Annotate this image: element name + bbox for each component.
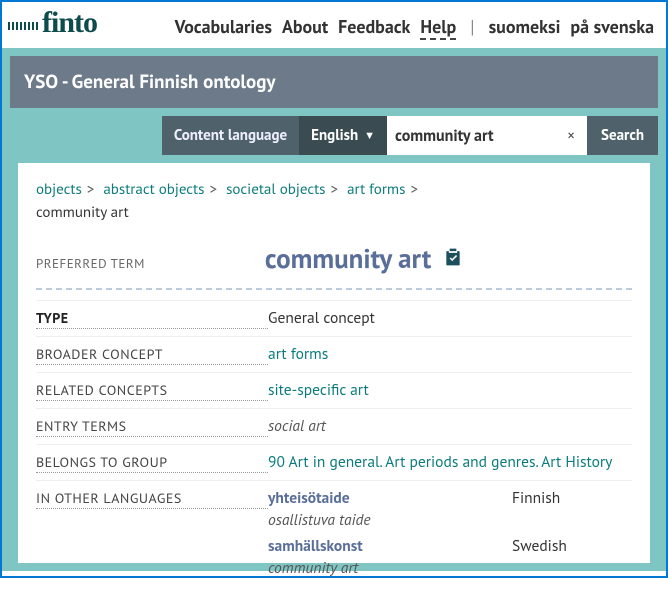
clear-icon[interactable]: × bbox=[563, 126, 579, 146]
logo-text: finto bbox=[42, 6, 97, 40]
concept-panel: objects> abstract objects> societal obje… bbox=[18, 163, 650, 563]
lang-sv[interactable]: på svenska bbox=[570, 15, 654, 38]
clipboard-icon[interactable] bbox=[443, 242, 463, 276]
sv-alt: community art bbox=[268, 558, 632, 578]
chevron-down-icon: ▼ bbox=[364, 129, 375, 143]
crumb-link[interactable]: art forms bbox=[347, 180, 405, 199]
prop-label-type: TYPE bbox=[36, 309, 268, 329]
other-languages-grid: yhteisötaide Finnish osallistuva taide s… bbox=[268, 488, 632, 582]
breadcrumb: objects> abstract objects> societal obje… bbox=[36, 179, 632, 224]
crumb-link[interactable]: societal objects bbox=[226, 180, 325, 199]
preferred-term-label: PREFERRED TERM bbox=[36, 255, 145, 272]
entry-term: social art bbox=[268, 416, 326, 436]
nav-vocabularies[interactable]: Vocabularies bbox=[175, 15, 272, 38]
search-input[interactable] bbox=[395, 126, 563, 146]
fi-lang: Finnish bbox=[512, 488, 632, 508]
prop-value-type: General concept bbox=[268, 308, 632, 328]
fi-alt: osallistuva taide bbox=[268, 510, 632, 530]
related-link[interactable]: site-specific art bbox=[268, 380, 369, 400]
prop-label-otherlang: IN OTHER LANGUAGES bbox=[36, 489, 268, 509]
prop-label-entry: ENTRY TERMS bbox=[36, 417, 268, 437]
top-nav: Vocabularies About Feedback Help | suome… bbox=[175, 15, 654, 40]
preferred-term-value: community art bbox=[265, 242, 431, 276]
broader-link[interactable]: art forms bbox=[268, 344, 328, 364]
nav-separator: | bbox=[470, 15, 474, 38]
logo[interactable]: finto bbox=[8, 6, 97, 40]
lang-fi[interactable]: suomeksi bbox=[489, 15, 561, 38]
fi-term[interactable]: yhteisötaide bbox=[268, 488, 512, 508]
nav-feedback[interactable]: Feedback bbox=[338, 15, 410, 38]
nav-help[interactable]: Help bbox=[420, 15, 456, 40]
search-button[interactable]: Search bbox=[587, 116, 658, 155]
crumb-current: community art bbox=[36, 203, 129, 222]
content-language-label: Content language bbox=[162, 116, 299, 155]
nav-about[interactable]: About bbox=[282, 15, 328, 38]
divider bbox=[36, 288, 632, 290]
sv-lang: Swedish bbox=[512, 536, 632, 556]
vocab-title: YSO - General Finnish ontology bbox=[10, 56, 658, 108]
search-box: × bbox=[387, 116, 587, 155]
language-selected: English bbox=[311, 126, 358, 145]
prop-label-group: BELONGS TO GROUP bbox=[36, 453, 268, 473]
search-bar: Content language English ▼ × Search bbox=[10, 116, 658, 155]
preferred-term: community art bbox=[265, 242, 632, 276]
prop-label-broader: BROADER CONCEPT bbox=[36, 345, 268, 365]
sv-term[interactable]: samhällskonst bbox=[268, 536, 512, 556]
language-select[interactable]: English ▼ bbox=[299, 116, 387, 155]
crumb-link[interactable]: abstract objects bbox=[103, 180, 204, 199]
crumb-link[interactable]: objects bbox=[36, 180, 82, 199]
prop-label-related: RELATED CONCEPTS bbox=[36, 381, 268, 401]
group-link[interactable]: 90 Art in general. Art periods and genre… bbox=[268, 452, 612, 472]
